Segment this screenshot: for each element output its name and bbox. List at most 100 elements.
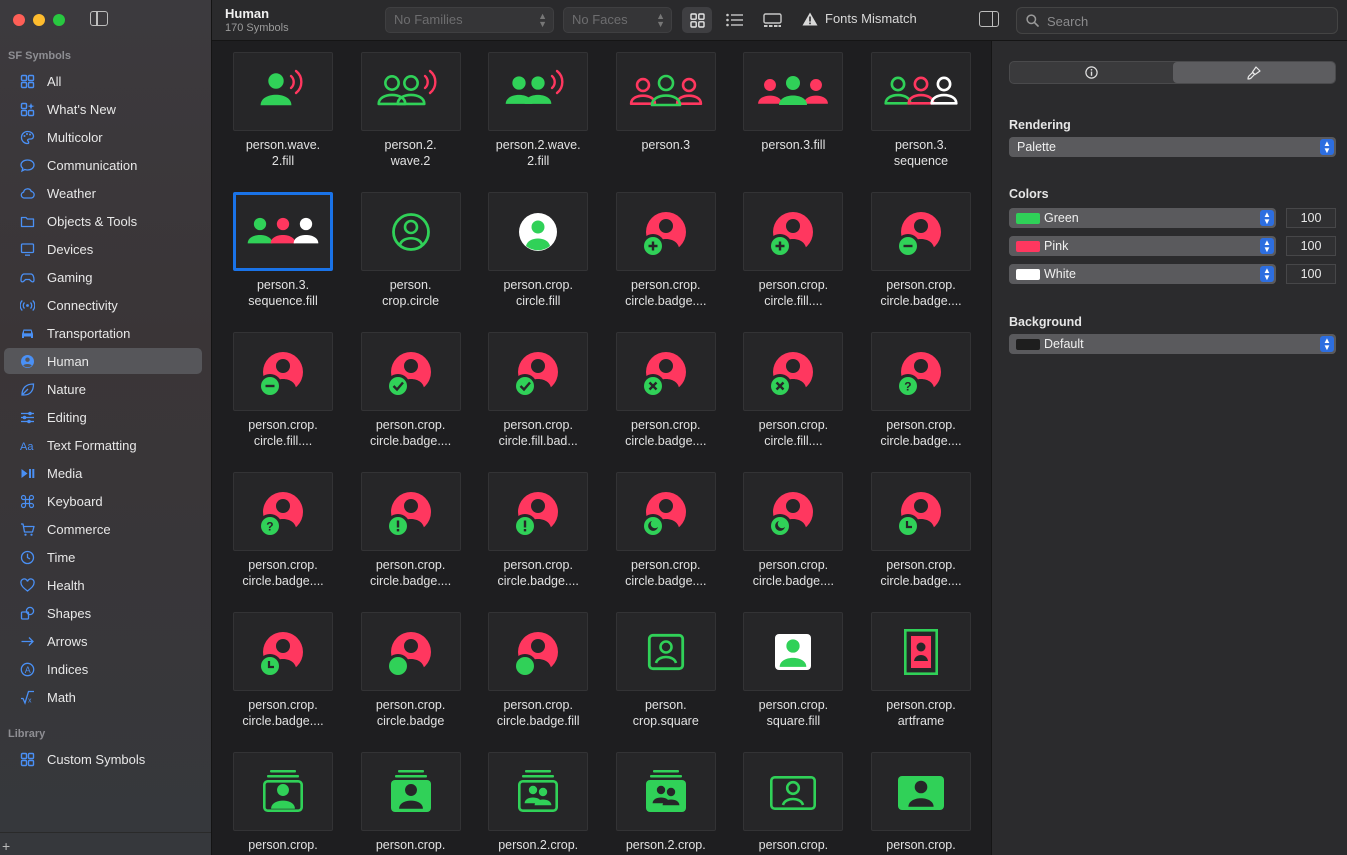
sidebar-item-arrows[interactable]: Arrows (4, 628, 202, 654)
color-select-pink[interactable]: Pink ▲ ▼ (1009, 236, 1276, 256)
color-opacity-field[interactable]: 100 (1286, 236, 1336, 256)
symbol-tile[interactable] (233, 52, 333, 131)
symbol-cell[interactable]: person.crop. circle.badge.... (340, 321, 468, 456)
symbol-tile[interactable] (360, 472, 461, 551)
symbol-tile[interactable] (615, 332, 716, 411)
symbol-tile[interactable] (233, 612, 333, 691)
add-button[interactable]: + (2, 838, 10, 854)
search-field[interactable] (1016, 7, 1338, 34)
sidebar-item-indices[interactable]: A Indices (4, 656, 202, 682)
sidebar-item-text-formatting[interactable]: Aa Text Formatting (4, 432, 202, 458)
symbol-cell[interactable]: person.crop. circle.badge.... (595, 321, 723, 456)
sidebar-item-human[interactable]: Human (4, 348, 202, 374)
symbol-tile[interactable] (615, 472, 716, 551)
symbol-cell[interactable]: person.crop. circle.fill.... (212, 321, 340, 456)
background-select[interactable]: Default ▲ ▼ (1009, 334, 1336, 354)
rendering-tab[interactable] (1173, 62, 1335, 83)
symbol-cell[interactable]: person.crop. circle.badge.... (212, 601, 340, 736)
window-minimize-button[interactable] (33, 14, 45, 26)
gallery-view-button[interactable] (757, 7, 787, 33)
symbol-tile[interactable] (615, 52, 716, 131)
symbol-tile[interactable] (871, 612, 971, 691)
symbol-cell[interactable]: person.crop. artframe (850, 601, 978, 736)
symbol-cell[interactable]: person.3. sequence.fill (212, 181, 340, 316)
symbol-tile[interactable] (488, 52, 589, 131)
symbol-tile[interactable] (743, 332, 844, 411)
sidebar-item-gaming[interactable]: Gaming (4, 264, 202, 290)
symbol-cell[interactable]: person.2.crop. (595, 741, 723, 855)
sidebar-item-nature[interactable]: Nature (4, 376, 202, 402)
sidebar-item-health[interactable]: Health (4, 572, 202, 598)
symbol-tile[interactable]: ? (871, 332, 971, 411)
symbol-tile[interactable] (743, 472, 844, 551)
color-select-green[interactable]: Green ▲ ▼ (1009, 208, 1276, 228)
sidebar-item-media[interactable]: Media (4, 460, 202, 486)
symbol-tile[interactable] (871, 472, 971, 551)
symbol-cell[interactable]: person. crop.square (595, 601, 723, 736)
symbol-tile[interactable] (488, 332, 589, 411)
symbol-tile[interactable]: ? (233, 472, 333, 551)
symbol-cell[interactable]: person.crop. circle.badge.... (467, 461, 595, 596)
symbol-cell[interactable]: person.crop. circle.fill.... (722, 321, 850, 456)
symbol-tile[interactable] (360, 192, 461, 271)
inspector-toggle-icon[interactable] (979, 11, 999, 27)
symbol-tile[interactable] (360, 332, 461, 411)
sidebar-item-keyboard[interactable]: Keyboard (4, 488, 202, 514)
symbol-cell[interactable]: person.crop. (340, 741, 468, 855)
color-opacity-field[interactable]: 100 (1286, 208, 1336, 228)
color-opacity-field[interactable]: 100 (1286, 264, 1336, 284)
symbol-cell[interactable]: ? person.crop. circle.badge.... (212, 461, 340, 596)
symbol-tile[interactable] (488, 752, 589, 831)
symbol-tile[interactable] (615, 192, 716, 271)
symbol-tile[interactable] (360, 612, 461, 691)
symbol-tile[interactable] (871, 192, 971, 271)
sidebar-item-commerce[interactable]: Commerce (4, 516, 202, 542)
symbol-tile[interactable] (871, 752, 971, 831)
symbol-tile[interactable] (743, 612, 844, 691)
sidebar-item-custom-symbols[interactable]: Custom Symbols (4, 746, 202, 772)
symbol-cell[interactable]: person.3. sequence (850, 41, 978, 176)
sidebar-item-connectivity[interactable]: Connectivity (4, 292, 202, 318)
families-select[interactable]: No Families ▲ ▼ (385, 7, 554, 33)
symbol-cell[interactable]: person.3 (595, 41, 723, 176)
window-close-button[interactable] (13, 14, 25, 26)
search-input[interactable] (1045, 11, 1329, 32)
symbol-cell[interactable]: person.crop. circle.badge.... (340, 461, 468, 596)
symbol-cell[interactable]: person.crop. square.fill (722, 601, 850, 736)
symbol-cell[interactable]: person.crop. (850, 741, 978, 855)
symbol-cell[interactable]: person.2.crop. (467, 741, 595, 855)
sidebar-item-objects-tools[interactable]: Objects & Tools (4, 208, 202, 234)
symbol-tile[interactable] (233, 752, 333, 831)
symbol-cell[interactable]: person.crop. circle.badge.... (850, 181, 978, 316)
symbol-tile[interactable] (615, 612, 716, 691)
rendering-select[interactable]: Palette ▲ ▼ (1009, 137, 1336, 157)
sidebar-item-math[interactable]: x Math (4, 684, 202, 710)
window-zoom-button[interactable] (53, 14, 65, 26)
symbol-tile[interactable] (743, 192, 844, 271)
sidebar-item-transportation[interactable]: Transportation (4, 320, 202, 346)
sidebar-item-all[interactable]: All (4, 68, 202, 94)
info-tab[interactable] (1010, 62, 1173, 83)
sidebar-toggle-icon[interactable] (90, 11, 108, 26)
symbol-tile[interactable] (360, 752, 461, 831)
symbol-cell[interactable]: person.crop. circle.badge (340, 601, 468, 736)
symbol-cell[interactable]: person.crop. (722, 741, 850, 855)
sidebar-item-communication[interactable]: Communication (4, 152, 202, 178)
sidebar-item-weather[interactable]: Weather (4, 180, 202, 206)
color-select-white[interactable]: White ▲ ▼ (1009, 264, 1276, 284)
symbol-cell[interactable]: ? person.crop. circle.badge.... (850, 321, 978, 456)
symbol-cell[interactable]: person.crop. circle.fill.... (722, 181, 850, 316)
list-view-button[interactable] (719, 7, 749, 33)
sidebar-item-multicolor[interactable]: Multicolor (4, 124, 202, 150)
sidebar-item-devices[interactable]: Devices (4, 236, 202, 262)
symbol-tile[interactable] (488, 612, 589, 691)
symbol-cell[interactable]: person.crop. circle.badge.fill (467, 601, 595, 736)
symbol-cell[interactable]: person.crop. circle.badge.... (595, 461, 723, 596)
symbol-tile[interactable] (360, 52, 461, 131)
symbol-tile[interactable] (233, 192, 333, 271)
symbol-cell[interactable]: person. crop.circle (340, 181, 468, 316)
symbol-tile[interactable] (743, 52, 844, 131)
sidebar-item-shapes[interactable]: Shapes (4, 600, 202, 626)
symbol-cell[interactable]: person.crop. circle.fill (467, 181, 595, 316)
sidebar-item-time[interactable]: Time (4, 544, 202, 570)
